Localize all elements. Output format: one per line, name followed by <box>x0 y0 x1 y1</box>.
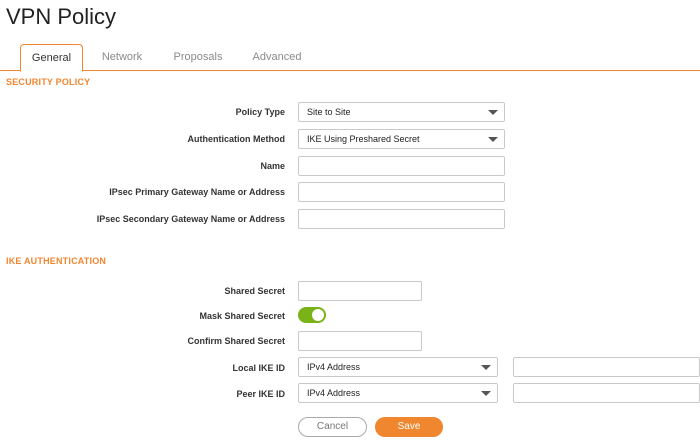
page-title: VPN Policy <box>6 4 117 29</box>
tab-general[interactable]: General <box>20 44 83 72</box>
confirm-shared-secret-input[interactable] <box>298 331 422 351</box>
chevron-down-icon <box>488 137 498 142</box>
policy-type-select[interactable]: Site to Site <box>298 102 505 122</box>
save-button[interactable]: Save <box>375 417 443 437</box>
auth-method-label: Authentication Method <box>187 134 286 144</box>
toggle-knob <box>312 309 324 321</box>
cancel-button[interactable]: Cancel <box>298 417 367 437</box>
auth-method-value: IKE Using Preshared Secret <box>307 134 420 144</box>
shared-secret-label: Shared Secret <box>224 286 285 296</box>
local-ike-id-type-select[interactable]: IPv4 Address <box>298 357 498 377</box>
tab-bar: General Network Proposals Advanced <box>0 44 700 72</box>
tab-proposals[interactable]: Proposals <box>165 44 231 71</box>
chevron-down-icon <box>481 391 491 396</box>
policy-type-label: Policy Type <box>235 107 285 117</box>
tab-network[interactable]: Network <box>92 44 152 71</box>
chevron-down-icon <box>488 110 498 115</box>
secondary-gateway-label: IPsec Secondary Gateway Name or Address <box>96 214 285 224</box>
mask-shared-secret-label: Mask Shared Secret <box>199 311 285 321</box>
ike-authentication-heading: IKE AUTHENTICATION <box>6 256 107 266</box>
shared-secret-input[interactable] <box>298 281 422 301</box>
local-ike-id-label: Local IKE ID <box>232 363 285 373</box>
peer-ike-id-type-select[interactable]: IPv4 Address <box>298 383 498 403</box>
primary-gateway-label: IPsec Primary Gateway Name or Address <box>109 187 285 197</box>
name-input[interactable] <box>298 156 505 176</box>
peer-ike-id-type-value: IPv4 Address <box>307 388 361 398</box>
local-ike-id-type-value: IPv4 Address <box>307 362 361 372</box>
tab-advanced[interactable]: Advanced <box>246 44 308 71</box>
name-label: Name <box>260 161 285 171</box>
mask-shared-secret-toggle[interactable] <box>298 307 326 323</box>
auth-method-select[interactable]: IKE Using Preshared Secret <box>298 129 505 149</box>
confirm-shared-secret-label: Confirm Shared Secret <box>187 336 285 346</box>
security-policy-heading: SECURITY POLICY <box>6 77 91 87</box>
peer-ike-id-input[interactable] <box>513 383 700 403</box>
policy-type-value: Site to Site <box>307 107 351 117</box>
local-ike-id-input[interactable] <box>513 357 700 377</box>
chevron-down-icon <box>481 365 491 370</box>
secondary-gateway-input[interactable] <box>298 209 505 229</box>
peer-ike-id-label: Peer IKE ID <box>236 389 285 399</box>
primary-gateway-input[interactable] <box>298 182 505 202</box>
